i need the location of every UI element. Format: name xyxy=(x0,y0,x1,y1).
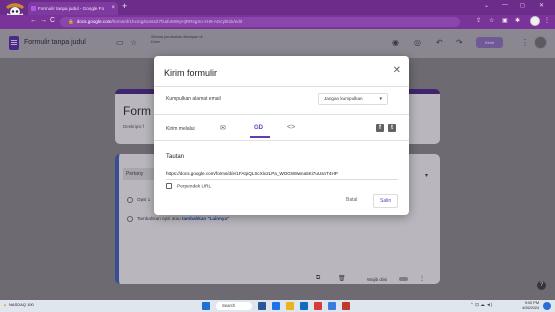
notification-icon[interactable] xyxy=(543,302,551,310)
forward-icon[interactable]: → xyxy=(40,17,47,24)
extension-icon[interactable]: ✱ xyxy=(515,17,520,24)
tab-title: Formulir tanpa judul - Google Fo xyxy=(38,6,105,11)
system-tray[interactable]: ⌃ ⊡ ☁ ◄) xyxy=(470,302,492,308)
add-option-row[interactable]: Tambahkan opsi atau tambahkan "Lainnya" xyxy=(127,216,229,222)
lock-icon: 🔒 xyxy=(68,19,74,24)
back-icon[interactable]: ← xyxy=(30,17,37,24)
chart-icon: ▲ xyxy=(3,302,7,307)
more-options-icon[interactable]: ⋮ xyxy=(521,38,529,47)
browser-toolbar: ← → C 🔒 docs.google.com/forms/d/1hxmgZuns… xyxy=(0,15,555,29)
url-host: docs.google.com xyxy=(76,19,112,24)
save-status: Semua perubahan disimpan di Drive xyxy=(151,35,203,44)
file-explorer-icon[interactable] xyxy=(258,302,266,310)
delete-icon[interactable]: 🗑 xyxy=(338,275,346,282)
selected-tab-indicator xyxy=(250,136,270,138)
palette-icon[interactable]: ◉ xyxy=(392,38,399,47)
reload-icon[interactable]: C xyxy=(50,17,55,24)
required-label: Wajib diisi xyxy=(367,277,388,282)
star-icon[interactable]: ☆ xyxy=(130,38,137,47)
forms-app-bar: Formulir tanpa judul ▭ ☆ Semua perubahan… xyxy=(0,29,555,58)
form-title[interactable]: Form xyxy=(123,104,151,118)
cancel-button[interactable]: Batal xyxy=(340,194,363,206)
radio-icon xyxy=(127,216,133,222)
maximize-button[interactable]: ◻ xyxy=(520,2,525,9)
or-text: atau xyxy=(171,216,181,222)
collect-email-value: Jangan kumpulkan xyxy=(324,96,363,101)
send-button[interactable]: Kirim xyxy=(476,37,503,48)
minimize-button[interactable]: — xyxy=(502,2,508,8)
chevron-down-icon: ▾ xyxy=(379,96,382,102)
collect-email-select[interactable]: Jangan kumpulkan ▾ xyxy=(318,93,388,105)
taskbar-search[interactable]: Search xyxy=(216,302,252,310)
stock-label: NASDAQ 100 xyxy=(8,302,34,307)
checkbox-icon xyxy=(166,183,172,189)
share-icon[interactable]: ⇪ xyxy=(476,17,481,24)
mail-icon[interactable] xyxy=(300,302,308,310)
question-more-icon[interactable]: ⋮ xyxy=(419,275,425,282)
folder-icon[interactable]: ▭ xyxy=(116,38,124,47)
sidebar-icon[interactable]: ▣ xyxy=(502,17,508,24)
tab-search-icon[interactable]: ⌄ xyxy=(484,2,489,9)
profile-avatar[interactable] xyxy=(530,16,540,26)
form-description[interactable]: Deskripsi f xyxy=(123,124,144,129)
forms-logo-icon xyxy=(9,36,19,50)
send-form-dialog: Kirim formulir ✕ Kumpulkan alamat email … xyxy=(154,56,409,215)
address-bar[interactable]: 🔒 docs.google.com/forms/d/1hxmgZunssZ7fsa… xyxy=(60,17,460,27)
media-icon[interactable] xyxy=(342,302,350,310)
shorten-url-checkbox[interactable]: Perpendek URL xyxy=(166,183,211,189)
folder-taskbar-icon[interactable] xyxy=(286,302,294,310)
forms-favicon-icon xyxy=(31,6,36,11)
form-document-title[interactable]: Formulir tanpa judul xyxy=(24,39,86,46)
bookmark-star-icon[interactable]: ☆ xyxy=(489,17,494,24)
divider xyxy=(154,114,409,115)
undo-icon[interactable]: ↶ xyxy=(436,38,443,47)
divider xyxy=(154,86,409,87)
link-icon[interactable]: GD xyxy=(254,125,263,131)
link-section-label: Tautan xyxy=(166,154,185,160)
browser-tab[interactable]: Formulir tanpa judul - Google Fo × xyxy=(28,2,118,15)
required-toggle[interactable] xyxy=(399,277,408,281)
account-avatar[interactable] xyxy=(534,36,547,49)
question-type-dropdown-icon[interactable]: ▾ xyxy=(425,172,428,179)
app-icon[interactable] xyxy=(314,302,322,310)
link-field[interactable]: https://docs.google.com/forms/d/e/1FAIpQ… xyxy=(166,171,398,180)
option-label: Opsi 1 xyxy=(137,197,151,203)
email-icon[interactable]: ✉ xyxy=(220,124,226,132)
add-option-link[interactable]: Tambahkan opsi xyxy=(137,216,170,221)
embed-icon[interactable]: <> xyxy=(287,124,295,131)
tab-close-icon[interactable]: × xyxy=(111,2,115,15)
dialog-title: Kirim formulir xyxy=(164,68,217,78)
help-icon[interactable]: ? xyxy=(537,281,546,290)
add-other-link[interactable]: tambahkan "Lainnya" xyxy=(182,216,229,221)
send-via-label: Kirim melalui xyxy=(166,126,195,132)
redo-icon[interactable]: ↷ xyxy=(456,38,463,47)
date: 4/26/2024 xyxy=(522,306,539,310)
collect-email-label: Kumpulkan alamat email xyxy=(166,96,221,102)
chrome-icon[interactable] xyxy=(272,302,280,310)
close-icon[interactable]: ✕ xyxy=(393,65,401,76)
clock[interactable]: 9:00 PM 4/26/2024 xyxy=(517,301,539,311)
divider xyxy=(154,140,409,141)
new-tab-button[interactable]: + xyxy=(122,1,127,11)
windows-taskbar: ▲ NASDAQ 100 Search ⌃ ⊡ ☁ ◄) 9:00 PM 4/26… xyxy=(0,300,555,312)
browser-tab-strip: Formulir tanpa judul - Google Fo × + ⌄ —… xyxy=(0,0,555,21)
duplicate-icon[interactable]: ⧉ xyxy=(316,275,320,282)
close-window-button[interactable]: ✕ xyxy=(539,2,544,9)
copy-button[interactable]: Salin xyxy=(373,194,399,208)
facebook-icon[interactable]: f xyxy=(376,124,384,132)
option-row[interactable]: Opsi 1 xyxy=(127,197,150,203)
shorten-url-label: Perpendek URL xyxy=(177,184,212,190)
browser-menu-icon[interactable]: ⋮ xyxy=(544,17,550,24)
store-icon[interactable] xyxy=(328,302,336,310)
twitter-icon[interactable]: t xyxy=(388,124,396,132)
stock-widget[interactable]: ▲ NASDAQ 100 xyxy=(3,302,34,307)
url-path: /forms/d/1hxmgZunssZ7fsafuMWyHjRRsgXo-zH… xyxy=(111,19,243,24)
preview-icon[interactable]: ◎ xyxy=(414,38,421,47)
radio-icon xyxy=(127,197,133,203)
windows-start-icon[interactable] xyxy=(202,302,210,310)
